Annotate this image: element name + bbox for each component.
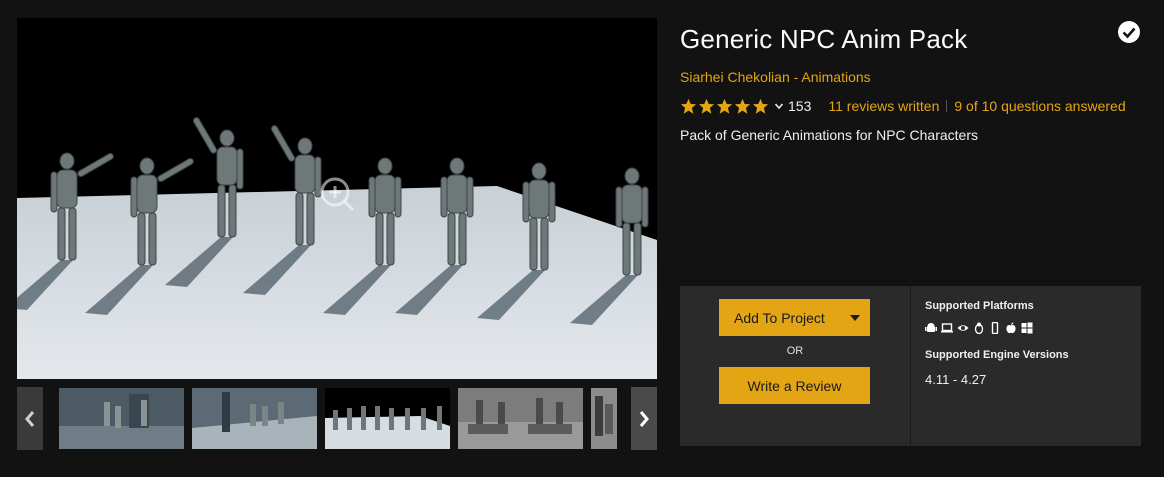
rating-row: 153 11 reviews written 9 of 10 questions… (680, 97, 1126, 115)
star-icon (752, 98, 769, 114)
thumbnail-1[interactable] (59, 388, 184, 449)
apple-icon (1006, 322, 1016, 334)
category-link[interactable]: Animations (801, 69, 870, 85)
supported-platforms-title: Supported Platforms (925, 300, 1034, 312)
android-icon (925, 323, 937, 332)
engine-versions-title: Supported Engine Versions (925, 349, 1069, 361)
author-link[interactable]: Siarhei Chekolian (680, 69, 790, 85)
thumbnail-strip (17, 387, 657, 450)
questions-link[interactable]: 9 of 10 questions answered (954, 98, 1125, 114)
author-line: Siarhei Chekolian - Animations (680, 69, 871, 85)
chevron-left-icon (25, 410, 35, 427)
engine-versions-value: 4.11 - 4.27 (925, 372, 987, 387)
vr-eye-icon (957, 325, 969, 331)
next-image-button[interactable] (631, 387, 657, 450)
product-title: Generic NPC Anim Pack (680, 24, 968, 54)
star-rating (680, 98, 769, 115)
reviews-link[interactable]: 11 reviews written (828, 98, 939, 114)
add-to-project-button[interactable]: Add To Project (719, 299, 870, 336)
zoom-icon[interactable] (317, 174, 357, 214)
mobile-icon (991, 322, 999, 334)
thumbnail-5[interactable] (591, 388, 617, 449)
chevron-down-icon[interactable] (774, 101, 784, 111)
thumbnail-4[interactable] (458, 388, 583, 449)
star-icon (698, 98, 715, 114)
hero-image[interactable] (17, 18, 657, 379)
dropdown-caret-icon[interactable] (850, 315, 860, 321)
linux-icon (974, 322, 984, 334)
purchase-panel: Add To Project OR Write a Review Support… (680, 286, 1141, 446)
or-label: OR (786, 345, 804, 357)
product-description: Pack of Generic Animations for NPC Chara… (680, 127, 979, 143)
write-review-button[interactable]: Write a Review (719, 367, 870, 404)
previous-image-button[interactable] (17, 387, 43, 450)
windows-icon (1021, 322, 1033, 334)
platform-icons (925, 322, 1033, 334)
rating-count: 153 (788, 98, 812, 114)
star-icon (716, 98, 733, 114)
windows-pc-icon (941, 323, 953, 333)
author-separator: - (789, 69, 802, 85)
divider (946, 100, 948, 112)
panel-divider (910, 286, 911, 446)
checkmark-circle-icon (1118, 21, 1140, 43)
star-icon (680, 98, 697, 114)
thumbnail-3[interactable] (325, 388, 450, 449)
thumbnail-2[interactable] (192, 388, 317, 449)
star-icon (734, 98, 751, 114)
add-to-project-label: Add To Project (734, 309, 825, 326)
chevron-right-icon (639, 410, 649, 427)
